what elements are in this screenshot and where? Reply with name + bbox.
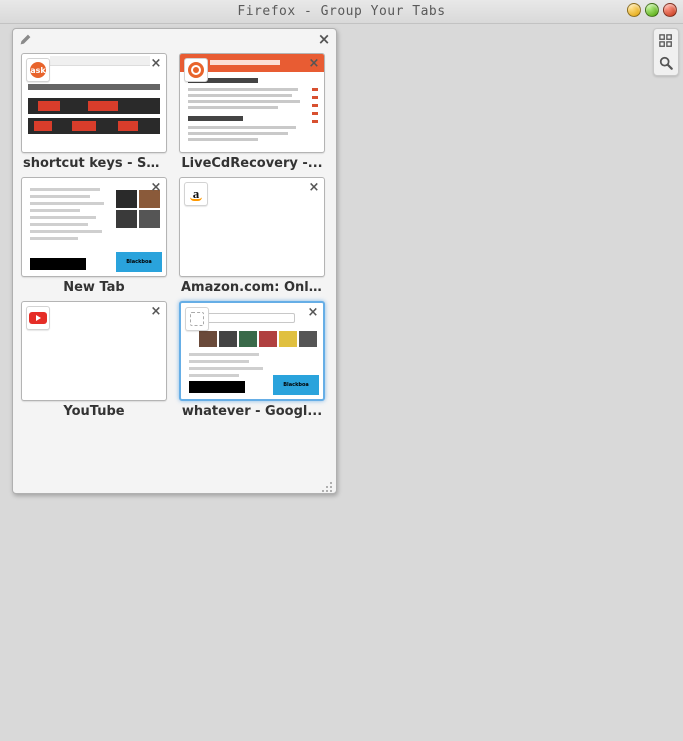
tab-item[interactable]: × LiveCdRecovery -: [179, 53, 325, 171]
tab-thumbnail[interactable]: × Blackboa: [21, 177, 167, 277]
tabs-grid: ask × shortcut keys - Sc... ×: [13, 49, 336, 423]
titlebar: Firefox - Group Your Tabs: [0, 0, 683, 24]
favicon: [185, 307, 209, 331]
favicon: [184, 58, 208, 82]
tab-thumbnail[interactable]: × Blackboa: [179, 301, 325, 401]
close-tab-button[interactable]: ×: [149, 56, 163, 70]
blank-page-icon: [190, 312, 204, 326]
tab-item[interactable]: × YouTube: [21, 301, 167, 419]
close-tab-button[interactable]: ×: [149, 304, 163, 318]
tab-group-panel[interactable]: × ask × shortcut keys - Sc...: [12, 28, 337, 494]
tab-label: shortcut keys - Sc...: [21, 153, 167, 171]
youtube-icon: [29, 312, 47, 324]
close-tab-button[interactable]: ×: [306, 305, 320, 319]
pencil-icon[interactable]: [17, 31, 33, 47]
side-toolbar: [653, 28, 679, 76]
amazon-icon: a: [190, 187, 202, 201]
close-tab-button[interactable]: ×: [307, 180, 321, 194]
tab-label: whatever - Googl...: [179, 401, 325, 419]
panorama-content: × ask × shortcut keys - Sc...: [0, 24, 683, 741]
favicon: ask: [26, 58, 50, 82]
tab-label: YouTube: [21, 401, 167, 419]
search-button[interactable]: [656, 53, 676, 73]
close-group-button[interactable]: ×: [316, 31, 332, 47]
close-tab-button[interactable]: ×: [307, 56, 321, 70]
tab-thumbnail[interactable]: ×: [21, 301, 167, 401]
tab-label: New Tab: [21, 277, 167, 295]
groups-grid-button[interactable]: [656, 31, 676, 51]
tab-item[interactable]: × Blackboa N: [21, 177, 167, 295]
tab-item[interactable]: × Blackboa whatever - Googl...: [179, 301, 325, 419]
tab-thumbnail[interactable]: a ×: [179, 177, 325, 277]
favicon: a: [184, 182, 208, 206]
tab-thumbnail[interactable]: ask ×: [21, 53, 167, 153]
favicon: [26, 306, 50, 330]
tab-item[interactable]: a × Amazon.com: Onl...: [179, 177, 325, 295]
thumbnail-tile-label: Blackboa: [116, 252, 162, 272]
thumbnail-tile-label: Blackboa: [273, 375, 319, 395]
maximize-button[interactable]: [645, 3, 659, 17]
tab-thumbnail[interactable]: ×: [179, 53, 325, 153]
window-title: Firefox - Group Your Tabs: [0, 4, 683, 19]
window-controls: [627, 3, 677, 17]
minimize-button[interactable]: [627, 3, 641, 17]
tab-label: Amazon.com: Onl...: [179, 277, 325, 295]
ask-icon: ask: [30, 62, 46, 78]
resize-grip[interactable]: [321, 478, 333, 490]
ubuntu-icon: [188, 62, 204, 78]
tab-label: LiveCdRecovery -...: [179, 153, 325, 171]
tab-item[interactable]: ask × shortcut keys - Sc...: [21, 53, 167, 171]
group-toolbar: ×: [13, 29, 336, 49]
close-window-button[interactable]: [663, 3, 677, 17]
close-tab-button[interactable]: ×: [149, 180, 163, 194]
